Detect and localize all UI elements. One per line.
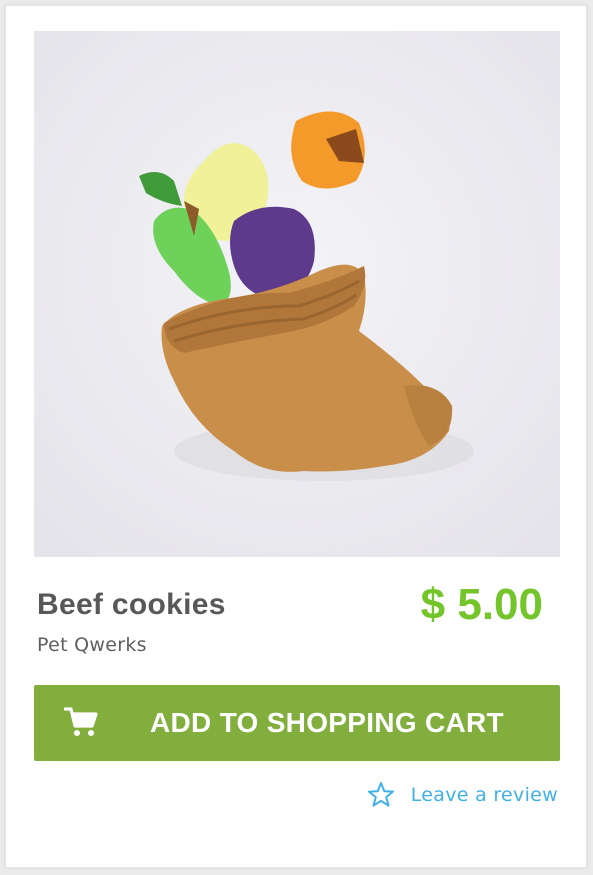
product-price: $ 5.00 [420, 580, 543, 629]
product-brand: Pet Qwerks [37, 634, 147, 656]
product-card: Beef cookies Pet Qwerks $ 5.00 ADD TO SH… [5, 5, 587, 868]
leave-review-label: Leave a review [410, 784, 558, 806]
shopping-cart-icon [64, 707, 98, 736]
cornucopia-plush-toy-image [34, 31, 560, 557]
add-to-cart-button[interactable]: ADD TO SHOPPING CART [34, 685, 560, 761]
product-image[interactable] [34, 31, 560, 557]
add-to-cart-label: ADD TO SHOPPING CART [150, 707, 504, 738]
product-name: Beef cookies [37, 588, 226, 621]
star-outline-icon [367, 782, 394, 807]
leave-review-link[interactable]: Leave a review [367, 780, 558, 810]
